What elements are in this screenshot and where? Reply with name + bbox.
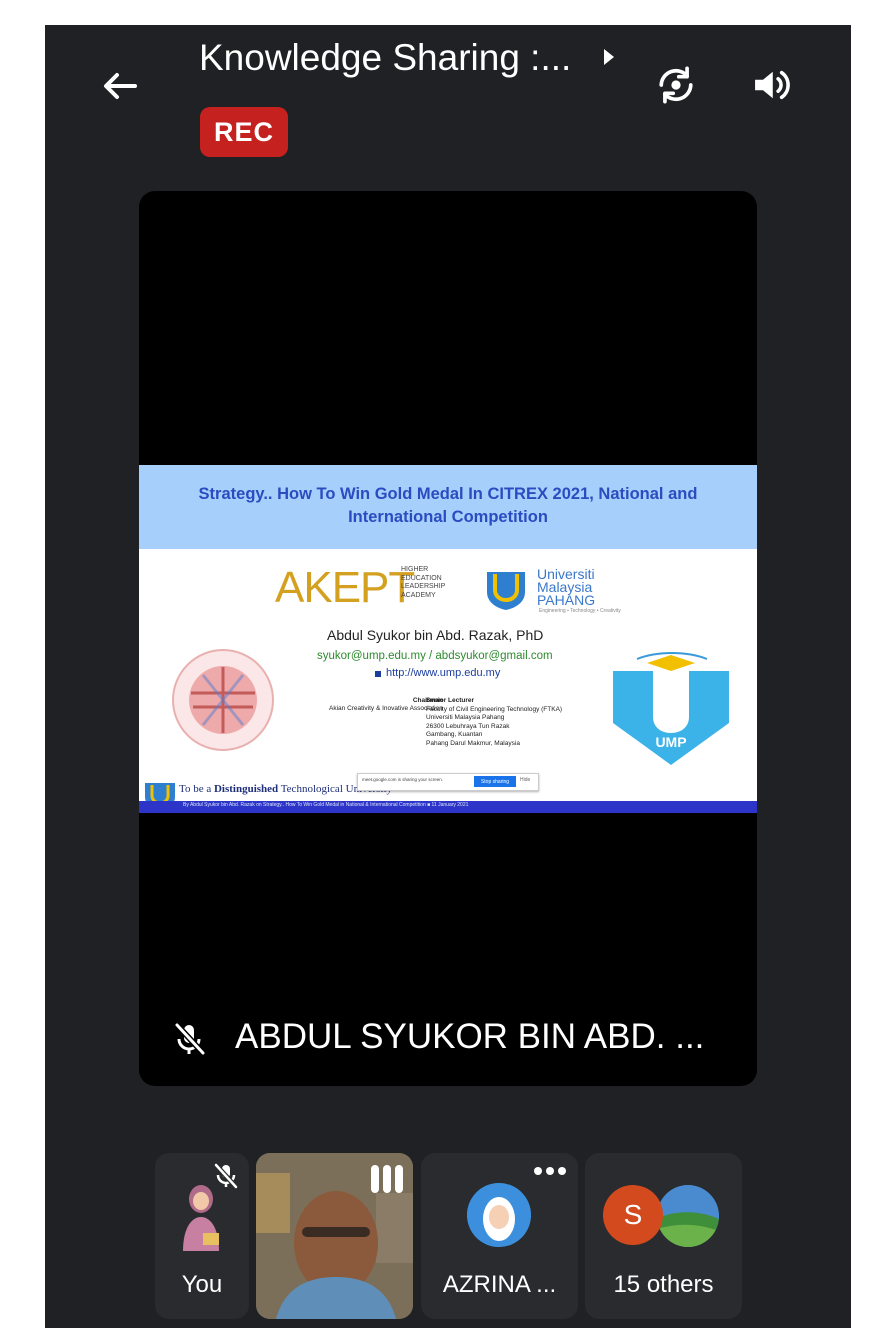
ump-shield-icon: UMP [607,643,735,767]
switch-camera-icon[interactable] [650,59,702,111]
presentation-tile[interactable]: Strategy.. How To Win Gold Medal In CITR… [139,191,757,1086]
active-speaker-name: ABDUL SYUKOR BIN ABD. ... [235,1017,705,1056]
lecturer-block: Senior Lecturer Faculty of Civil Enginee… [426,697,562,748]
caret-right-icon[interactable] [601,47,617,67]
mic-off-icon [169,1019,209,1059]
slide-footer-text: By Abdul Syukor bin Abd. Razak on Strate… [183,802,469,808]
presenter-name: Abdul Syukor bin Abd. Razak, PhD [327,627,544,643]
university-name: Universiti Malaysia PAHANG [537,566,596,608]
lecturer-line: 26300 Lebuhraya Tun Razak [426,722,510,730]
university-tagline: Engineering • Technology • Creativity [539,608,621,614]
ministry-seal-icon [163,645,283,755]
akept-subtitle: HIGHER EDUCATION LEADERSHIP ACADEMY [401,566,446,599]
meet-screen: Knowledge Sharing :... REC Strategy.. Ho… [45,25,851,1328]
lecturer-line: Faculty of Civil Engineering Technology … [426,705,563,713]
slide-title: Strategy.. How To Win Gold Medal In CITR… [198,485,698,526]
participant-label: AZRINA ... [442,1271,557,1298]
shared-slide: Strategy.. How To Win Gold Medal In CITR… [139,465,757,813]
back-arrow-icon[interactable] [97,63,143,109]
more-dots-icon[interactable] [530,1163,570,1179]
meeting-title[interactable]: Knowledge Sharing :... [199,37,571,79]
lecturer-title: Senior Lecturer [426,697,475,704]
presenter-website: http://www.ump.edu.my [386,667,501,679]
lecturer-line: Pahang Darul Makmur, Malaysia [426,739,520,747]
akept-logo: AKEPT [275,563,415,612]
presenter-emails: syukor@ump.edu.my / abdsyukor@gmail.com [317,650,553,662]
hide-button[interactable]: Hide [520,777,530,783]
azrina-avatar [467,1183,531,1247]
participant-label: You [181,1271,223,1298]
recording-badge: REC [200,107,288,157]
participant-tile-you[interactable]: You [155,1153,249,1319]
lecturer-line: Universiti Malaysia Pahang [426,714,505,721]
ump-logo-icon [483,568,529,612]
mic-off-icon [211,1161,241,1191]
participant-tile-others[interactable]: S 15 others [585,1153,742,1319]
participant-tile-camera[interactable] [256,1153,413,1319]
speaker-icon[interactable] [745,59,797,111]
s-letter-avatar: S [603,1185,663,1245]
slide-bottom-bar: By Abdul Syukor bin Abd. Razak on Strate… [139,801,757,813]
participant-tile-azrina[interactable]: AZRINA ... [421,1153,578,1319]
ump-label: UMP [655,734,686,750]
screen-share-notice: meet.google.com is sharing your screen. … [357,773,539,791]
you-avatar [173,1181,229,1251]
participant-label: 15 others [613,1271,714,1298]
lecturer-line: Gambang, Kuantan [426,731,483,738]
audio-bars-icon [367,1161,407,1197]
landscape-avatar [657,1185,719,1247]
stop-sharing-button[interactable]: Stop sharing [474,776,516,787]
screen-share-text: meet.google.com is sharing your screen. [362,777,444,782]
